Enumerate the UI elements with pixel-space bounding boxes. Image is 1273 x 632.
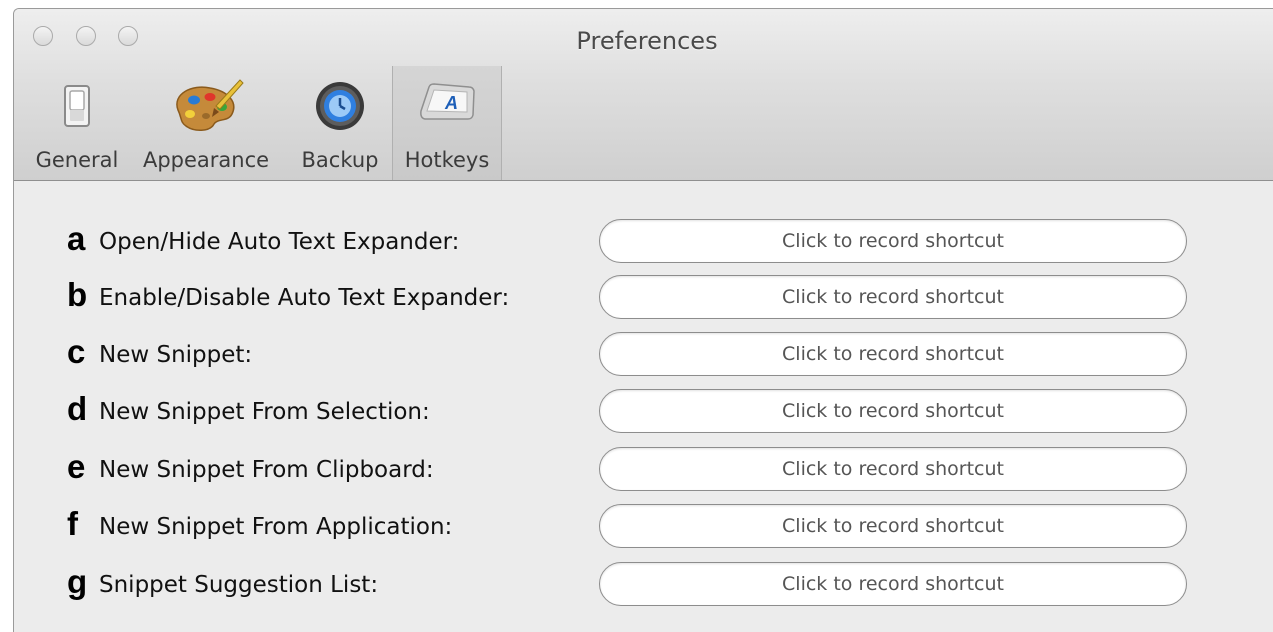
hotkey-label: New Snippet From Application: (99, 514, 453, 540)
shortcut-recorder-field[interactable]: Click to record shortcut (599, 562, 1187, 606)
toolbar-label-backup: Backup (301, 148, 379, 172)
shortcut-recorder-field[interactable]: Click to record shortcut (599, 332, 1187, 376)
hotkey-row-from-clipboard: e New Snippet From Clipboard: Click to r… (14, 447, 1273, 493)
shortcut-recorder-field[interactable]: Click to record shortcut (599, 219, 1187, 263)
hotkeys-panel: a Open/Hide Auto Text Expander: Click to… (14, 181, 1273, 632)
hotkey-label: New Snippet From Clipboard: (99, 457, 434, 483)
toolbar-label-hotkeys: Hotkeys (404, 148, 490, 172)
row-letter: c (67, 333, 86, 370)
svg-text:A: A (444, 93, 458, 113)
time-machine-icon (296, 76, 384, 136)
hotkey-row-from-application: f New Snippet From Application: Click to… (14, 504, 1273, 550)
shortcut-recorder-field[interactable]: Click to record shortcut (599, 447, 1187, 491)
row-letter: f (67, 505, 78, 542)
shortcut-recorder-field[interactable]: Click to record shortcut (599, 504, 1187, 548)
title-bar: Preferences General Appearance Backup A … (14, 9, 1273, 181)
toolbar-label-appearance: Appearance (142, 148, 270, 172)
toolbar-item-hotkeys[interactable]: A Hotkeys (392, 66, 502, 180)
toolbar-item-appearance[interactable]: Appearance (136, 66, 276, 180)
preferences-window: Preferences General Appearance Backup A … (13, 8, 1273, 632)
shortcut-recorder-field[interactable]: Click to record shortcut (599, 275, 1187, 319)
hotkey-row-enable-disable: b Enable/Disable Auto Text Expander: Cli… (14, 275, 1273, 321)
hotkey-label: Snippet Suggestion List: (99, 572, 379, 598)
hotkey-row-open-hide: a Open/Hide Auto Text Expander: Click to… (14, 219, 1273, 265)
row-letter: g (67, 563, 88, 600)
row-letter: e (67, 448, 86, 485)
toolbar-label-general: General (35, 148, 119, 172)
shortcut-recorder-field[interactable]: Click to record shortcut (599, 389, 1187, 433)
row-letter: b (67, 276, 88, 313)
hotkey-row-new-snippet: c New Snippet: Click to record shortcut (14, 332, 1273, 378)
hotkey-label: New Snippet From Selection: (99, 399, 430, 425)
toolbar-item-backup[interactable]: Backup (296, 66, 384, 180)
hotkey-label: Enable/Disable Auto Text Expander: (99, 285, 510, 311)
switch-icon (27, 76, 127, 136)
hotkey-label: Open/Hide Auto Text Expander: (99, 229, 460, 255)
row-letter: d (67, 390, 88, 427)
hotkey-row-from-selection: d New Snippet From Selection: Click to r… (14, 389, 1273, 435)
keyboard-key-icon: A (393, 76, 501, 136)
toolbar-item-general[interactable]: General (27, 66, 127, 180)
row-letter: a (67, 220, 86, 257)
window-title: Preferences (576, 27, 718, 55)
hotkey-label: New Snippet: (99, 342, 253, 368)
hotkey-row-suggestion-list: g Snippet Suggestion List: Click to reco… (14, 562, 1273, 608)
palette-icon (136, 76, 276, 136)
